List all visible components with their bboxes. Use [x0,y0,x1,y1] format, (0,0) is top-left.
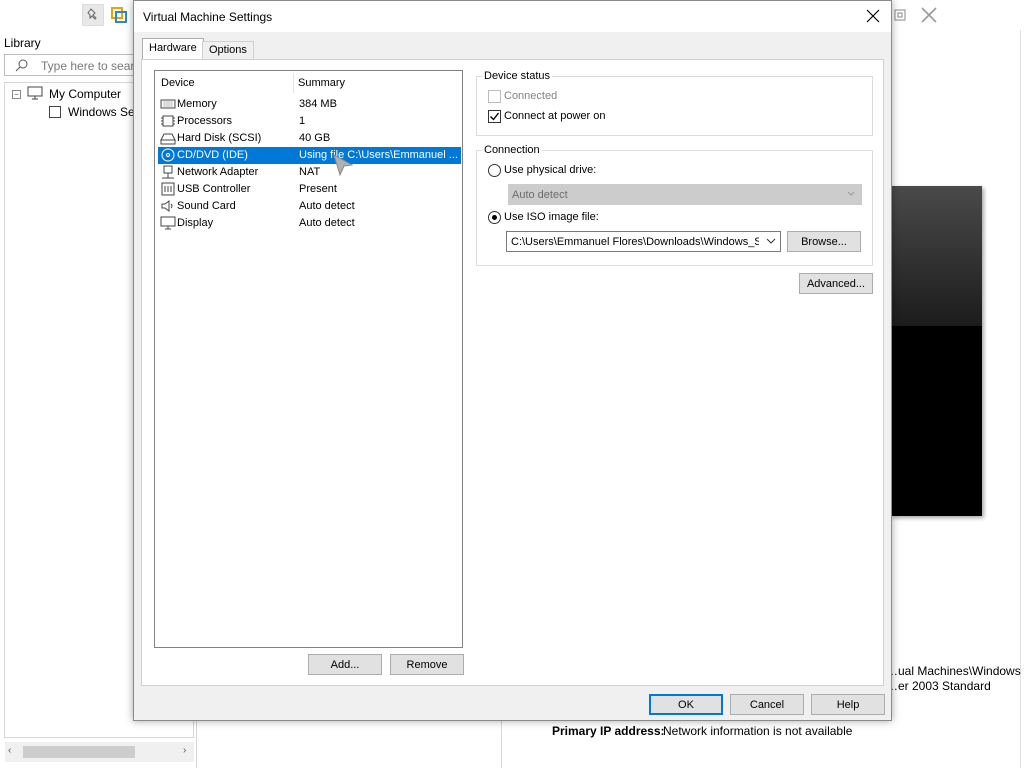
use-iso-image-radio[interactable] [488,211,501,224]
device-row-hard-disk[interactable]: Hard Disk (SCSI) 40 GB [158,130,461,147]
display-icon [160,216,176,230]
device-summary: Auto detect [299,200,355,212]
device-summary: 384 MB [299,98,337,110]
device-name: Processors [177,115,233,127]
use-physical-drive-label: Use physical drive: [504,164,597,176]
device-name: USB Controller [177,183,251,195]
device-list[interactable]: Device Summary Memory 384 MB Processors … [154,70,463,648]
device-summary: Present [299,183,337,195]
cancel-button[interactable]: Cancel [730,694,804,715]
add-device-button[interactable]: Add... [308,654,382,675]
use-iso-image-label: Use ISO image file: [504,211,599,223]
device-row-sound-card[interactable]: Sound Card Auto detect [158,198,461,215]
device-name: Network Adapter [177,166,259,178]
hardware-tab-page: Device Summary Memory 384 MB Processors … [141,59,884,686]
summary-column-header[interactable]: Summary [298,77,345,89]
column-separator[interactable] [293,73,294,93]
iso-path-combobox[interactable]: C:\Users\Emmanuel Flores\Downloads\Windo… [506,231,781,252]
device-name: Hard Disk (SCSI) [177,132,262,144]
device-summary: NAT [299,166,321,178]
device-row-processors[interactable]: Processors 1 [158,113,461,130]
tree-expander-icon[interactable]: − [12,90,21,99]
device-status-title: Device status [482,70,553,82]
device-summary: 1 [299,115,306,127]
scroll-right-icon[interactable]: › [183,745,186,756]
restore-icon[interactable] [889,4,911,26]
tab-hardware[interactable]: Hardware [142,38,204,60]
vm-settings-dialog: Virtual Machine Settings Hardware Option… [133,0,892,721]
hard-disk-icon [160,131,176,145]
device-name: Memory [177,98,217,110]
iso-path-value: C:\Users\Emmanuel Flores\Downloads\Windo… [511,236,759,248]
connected-label: Connected [504,90,558,102]
device-row-usb-controller[interactable]: USB Controller Present [158,181,461,198]
mouse-cursor-icon [332,153,354,182]
search-placeholder: Type here to search [41,59,148,73]
device-name: Display [177,217,214,229]
computer-icon [27,86,43,103]
device-summary: 40 GB [299,132,331,144]
cd-dvd-icon [160,148,176,162]
device-row-cd-dvd[interactable]: CD/DVD (IDE) Using file C:\Users\Emmanue… [158,147,461,164]
primary-ip-label: Primary IP address: [552,724,665,738]
physical-drive-select[interactable]: Auto detect [508,184,862,205]
vmware-logo-icon[interactable] [108,4,130,26]
device-row-network-adapter[interactable]: Network Adapter NAT [158,164,461,181]
browse-button[interactable]: Browse... [787,231,861,252]
config-file-line1: …ual Machines\Windows [886,664,1021,678]
ok-button[interactable]: OK [649,694,723,715]
device-summary: Using file C:\Users\Emmanuel ... [299,149,458,161]
memory-icon [160,97,176,111]
device-row-display[interactable]: Display Auto detect [158,215,461,232]
scroll-left-icon[interactable]: ‹ [8,745,11,756]
tab-options[interactable]: Options [202,41,254,59]
config-file-line2: …er 2003 Standard [886,679,991,693]
tree-item-my-computer[interactable]: My Computer [49,87,121,101]
chevron-down-icon [846,188,856,201]
sound-card-icon [160,199,176,213]
dialog-title: Virtual Machine Settings [143,10,273,24]
library-horizontal-scrollbar[interactable]: ‹ › [5,742,194,762]
dialog-titlebar[interactable]: Virtual Machine Settings [134,1,891,32]
remove-device-button[interactable]: Remove [390,654,464,675]
pin-icon[interactable] [82,4,104,26]
close-main-icon[interactable] [918,4,940,26]
usb-controller-icon [160,182,176,196]
network-adapter-icon [160,165,176,179]
library-title: Library [4,36,41,50]
chevron-down-icon[interactable] [766,236,776,249]
search-icon [15,58,29,75]
device-name: Sound Card [177,200,236,212]
device-status-group [476,76,873,136]
connection-title: Connection [482,144,542,156]
device-name: CD/DVD (IDE) [177,149,248,161]
connect-at-power-on-label: Connect at power on [504,110,606,122]
divider [1020,30,1021,768]
advanced-button[interactable]: Advanced... [799,273,873,294]
physical-drive-value: Auto detect [512,189,568,201]
device-summary: Auto detect [299,217,355,229]
connect-at-power-on-checkbox[interactable] [488,110,501,123]
device-row-memory[interactable]: Memory 384 MB [158,96,461,113]
device-column-header[interactable]: Device [161,77,195,89]
connected-checkbox[interactable] [488,90,501,103]
primary-ip-value: Network information is not available [663,724,853,738]
vm-icon [49,106,61,118]
help-button[interactable]: Help [811,694,885,715]
use-physical-drive-radio[interactable] [488,164,501,177]
scrollbar-thumb[interactable] [23,746,135,758]
close-icon[interactable] [861,5,885,27]
processor-icon [160,114,176,128]
vm-screen-thumbnail[interactable] [890,186,982,516]
